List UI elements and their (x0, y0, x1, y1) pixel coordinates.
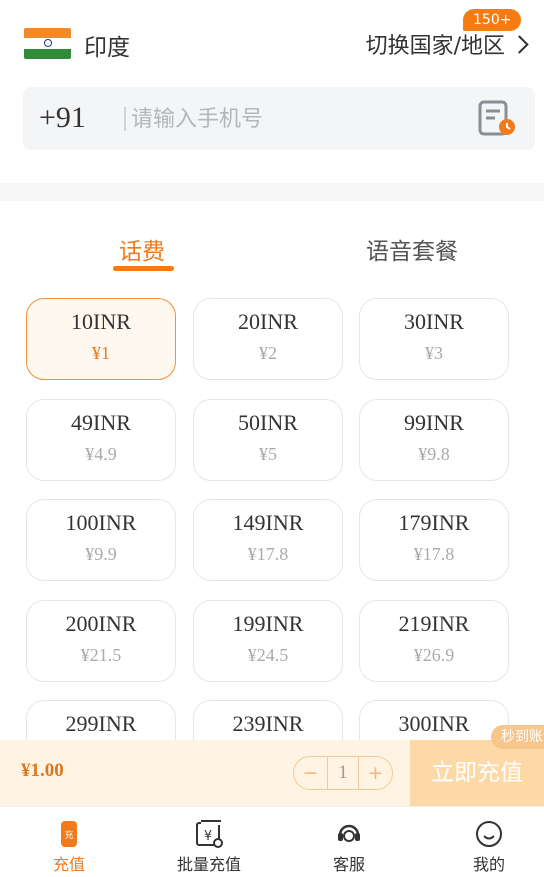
package-amount: 49INR (71, 410, 131, 435)
nav-label: 客服 (332, 855, 365, 874)
package-amount: 199INR (232, 611, 304, 636)
package-card[interactable]: 179INR ¥17.8 (359, 499, 509, 581)
nav-item-batch-recharge[interactable]: ¥ 批量充值 (159, 807, 259, 877)
quantity-stepper: − 1 + (293, 756, 393, 790)
package-price: ¥3 (425, 343, 443, 363)
svg-text:¥: ¥ (204, 829, 212, 844)
package-amount: 179INR (398, 510, 470, 535)
recharge-icon: 充 (61, 821, 77, 847)
package-amount: 99INR (404, 410, 464, 435)
package-card[interactable]: 100INR ¥9.9 (26, 499, 176, 581)
nav-label: 充值 (52, 855, 85, 874)
profile-icon (476, 821, 502, 847)
package-amount: 100INR (65, 510, 137, 535)
customer-service-icon (338, 824, 360, 842)
checkout-bar: ¥1.00 − 1 + 立即充值 (0, 740, 544, 806)
active-tab-indicator (113, 266, 174, 271)
package-card[interactable]: 10INR ¥1 (26, 298, 176, 380)
package-price: ¥5 (259, 444, 277, 464)
recharge-now-button[interactable]: 立即充值 (410, 740, 544, 806)
country-name: 印度 (84, 35, 130, 61)
package-price: ¥9.8 (418, 444, 450, 464)
country-count-badge: 150+ (463, 9, 522, 31)
phone-input-box: +91 (23, 87, 535, 150)
package-price: ¥26.9 (413, 645, 455, 665)
nav-item-customer-service[interactable]: 客服 (299, 807, 399, 877)
nav-label: 批量充值 (176, 855, 241, 874)
package-card[interactable]: 199INR ¥24.5 (193, 600, 343, 682)
package-card[interactable]: 50INR ¥5 (193, 399, 343, 481)
section-divider (0, 183, 544, 201)
package-card[interactable]: 200INR ¥21.5 (26, 600, 176, 682)
text-cursor (124, 107, 126, 131)
svg-text:充: 充 (64, 829, 73, 841)
decrease-button[interactable]: − (294, 762, 327, 784)
package-amount: 219INR (398, 611, 470, 636)
package-amount: 300INR (398, 711, 470, 736)
package-card[interactable]: 30INR ¥3 (359, 298, 509, 380)
package-amount: 20INR (238, 309, 298, 334)
package-card[interactable]: 219INR ¥26.9 (359, 600, 509, 682)
quantity-value[interactable]: 1 (327, 756, 359, 790)
total-price: ¥1.00 (21, 760, 64, 781)
chevron-right-icon (510, 34, 529, 54)
switch-country-link[interactable]: 切换国家/地区 (366, 28, 530, 60)
batch-recharge-icon: ¥ (196, 820, 223, 848)
country-code[interactable]: +91 (39, 101, 86, 135)
package-amount: 10INR (71, 309, 131, 334)
switch-country-label: 切换国家/地区 (365, 34, 505, 59)
package-price: ¥4.9 (85, 444, 117, 464)
package-card[interactable]: 149INR ¥17.8 (193, 499, 343, 581)
header: 印度 切换国家/地区 150+ (0, 0, 544, 84)
package-price: ¥1 (92, 343, 110, 363)
nav-item-recharge[interactable]: 充 充值 (19, 807, 119, 877)
package-card[interactable]: 49INR ¥4.9 (26, 399, 176, 481)
package-amount: 200INR (65, 611, 137, 636)
tab-voice-package[interactable]: 语音套餐 (366, 232, 458, 266)
package-price: ¥17.8 (247, 544, 289, 564)
nav-label: 我的 (472, 855, 505, 874)
contact-book-icon[interactable] (477, 99, 517, 139)
increase-button[interactable]: + (359, 762, 392, 784)
package-amount: 149INR (232, 510, 304, 535)
instant-arrival-badge: 秒到账 (491, 725, 544, 749)
india-flag-icon (24, 28, 71, 59)
nav-item-profile[interactable]: 我的 (439, 807, 539, 877)
package-price: ¥2 (259, 343, 277, 363)
package-amount: 50INR (238, 410, 298, 435)
package-card[interactable]: 99INR ¥9.8 (359, 399, 509, 481)
package-amount: 239INR (232, 711, 304, 736)
package-price: ¥17.8 (413, 544, 455, 564)
package-amount: 30INR (404, 309, 464, 334)
package-price: ¥21.5 (80, 645, 122, 665)
bottom-nav: 充 充值 ¥ 批量充值 客服 我的 (0, 806, 544, 877)
package-amount: 299INR (65, 711, 137, 736)
package-price: ¥9.9 (85, 544, 117, 564)
package-price: ¥24.5 (247, 645, 289, 665)
package-card[interactable]: 20INR ¥2 (193, 298, 343, 380)
phone-number-input[interactable] (129, 101, 473, 137)
tab-phone-credit[interactable]: 话费 (119, 232, 165, 266)
